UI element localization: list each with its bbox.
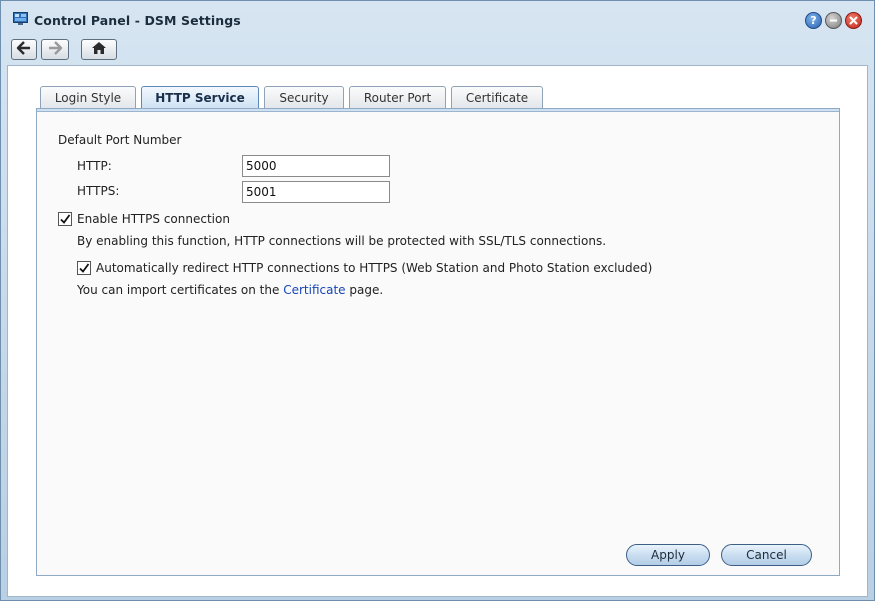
minimize-icon[interactable] [825, 12, 842, 29]
redirect-https-checkbox[interactable] [77, 261, 91, 275]
https-port-label: HTTPS: [77, 184, 120, 198]
tab-http-service[interactable]: HTTP Service [141, 86, 259, 108]
control-panel-window: Control Panel - DSM Settings ? Login Sty… [0, 0, 875, 601]
tab-login-style[interactable]: Login Style [40, 86, 136, 108]
certificate-note: You can import certificates on the Certi… [77, 283, 384, 297]
control-panel-icon [13, 12, 28, 26]
enable-https-checkbox[interactable] [58, 212, 72, 226]
tab-security[interactable]: Security [264, 86, 344, 108]
section-title: Default Port Number [58, 133, 182, 147]
certificate-link[interactable]: Certificate [283, 283, 345, 297]
help-icon[interactable]: ? [805, 12, 822, 29]
title-bar: Control Panel - DSM Settings ? [1, 1, 874, 35]
cancel-button[interactable]: Cancel [721, 544, 812, 566]
back-button[interactable] [11, 39, 37, 60]
home-icon [91, 41, 107, 58]
panel-divider [37, 109, 839, 112]
https-port-input[interactable] [242, 181, 390, 203]
forward-button[interactable] [41, 39, 69, 60]
navigation-bar [1, 35, 874, 65]
http-service-panel: Default Port Number HTTP: HTTPS: Enable … [36, 108, 840, 576]
http-port-label: HTTP: [77, 159, 112, 173]
back-arrow-icon [16, 41, 32, 58]
enable-https-label[interactable]: Enable HTTPS connection [77, 212, 230, 226]
http-port-input[interactable] [242, 155, 390, 177]
apply-button[interactable]: Apply [626, 544, 710, 566]
content-area: Login Style HTTP Service Security Router… [7, 65, 868, 597]
tab-certificate[interactable]: Certificate [451, 86, 543, 108]
window-title: Control Panel - DSM Settings [34, 13, 241, 28]
https-description: By enabling this function, HTTP connecti… [77, 234, 607, 248]
forward-arrow-icon [47, 41, 63, 58]
home-button[interactable] [81, 39, 117, 60]
redirect-https-label[interactable]: Automatically redirect HTTP connections … [96, 261, 652, 275]
checkmark-icon [60, 214, 71, 224]
tab-router-port[interactable]: Router Port [349, 86, 446, 108]
checkmark-icon [79, 263, 90, 273]
close-icon[interactable] [845, 12, 862, 29]
